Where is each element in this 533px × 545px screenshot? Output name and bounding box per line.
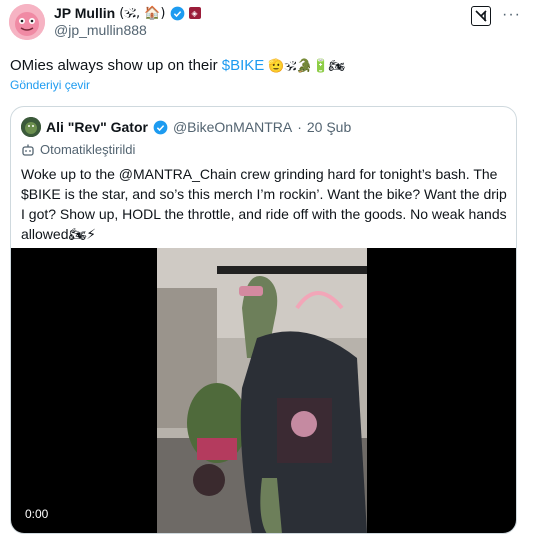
bot-icon bbox=[22, 144, 34, 156]
verified-badge-icon bbox=[170, 6, 184, 20]
video-timestamp: 0:00 bbox=[21, 506, 53, 522]
author-handle[interactable]: @jp_mullin888 bbox=[54, 22, 147, 38]
more-options-icon[interactable]: ··· bbox=[502, 6, 521, 24]
quoted-verified-badge-icon bbox=[153, 120, 168, 134]
quoted-author-handle[interactable]: @BikeOnMANTRA bbox=[173, 119, 292, 135]
grok-icon[interactable] bbox=[471, 6, 491, 26]
tweet-text: OMies always show up on their $BIKE 🫡🕉🐊🔋… bbox=[10, 56, 345, 77]
automated-label-text: Otomatikleştirildi bbox=[40, 142, 136, 157]
quoted-author-display-name[interactable]: Ali "Rev" Gator bbox=[46, 119, 148, 135]
author-avatar[interactable] bbox=[9, 4, 45, 40]
grok-glyph-icon bbox=[475, 10, 487, 22]
quoted-author-avatar[interactable] bbox=[21, 117, 41, 137]
translate-link[interactable]: Gönderiyi çevir bbox=[10, 78, 90, 92]
quoted-tweet-header: Ali "Rev" Gator @BikeOnMANTRA · 20 Şub bbox=[21, 117, 351, 137]
tweet-emojis: 🫡🕉🐊🔋🏍 bbox=[264, 59, 346, 74]
cashtag-link[interactable]: $BIKE bbox=[222, 57, 265, 74]
quoted-tweet-text: Woke up to the @MANTRA_Chain crew grindi… bbox=[21, 166, 507, 242]
tweet-text-body: OMies always show up on their bbox=[10, 57, 222, 74]
author-name-row: JP Mullin (🕉, 🏠) ◈ bbox=[54, 4, 201, 22]
automated-label: Otomatikleştirildi bbox=[21, 142, 135, 157]
author-display-name[interactable]: JP Mullin bbox=[54, 5, 115, 21]
quoted-date[interactable]: 20 Şub bbox=[307, 119, 351, 135]
quoted-tweet[interactable]: Ali "Rev" Gator @BikeOnMANTRA · 20 Şub O… bbox=[10, 106, 517, 534]
affiliate-badge-icon: ◈ bbox=[188, 7, 201, 19]
author-name-emojis: (🕉, 🏠) bbox=[119, 5, 166, 21]
video-frame bbox=[157, 248, 367, 533]
quoted-separator: · bbox=[297, 119, 302, 135]
video-player[interactable]: 0:00 bbox=[11, 248, 516, 533]
